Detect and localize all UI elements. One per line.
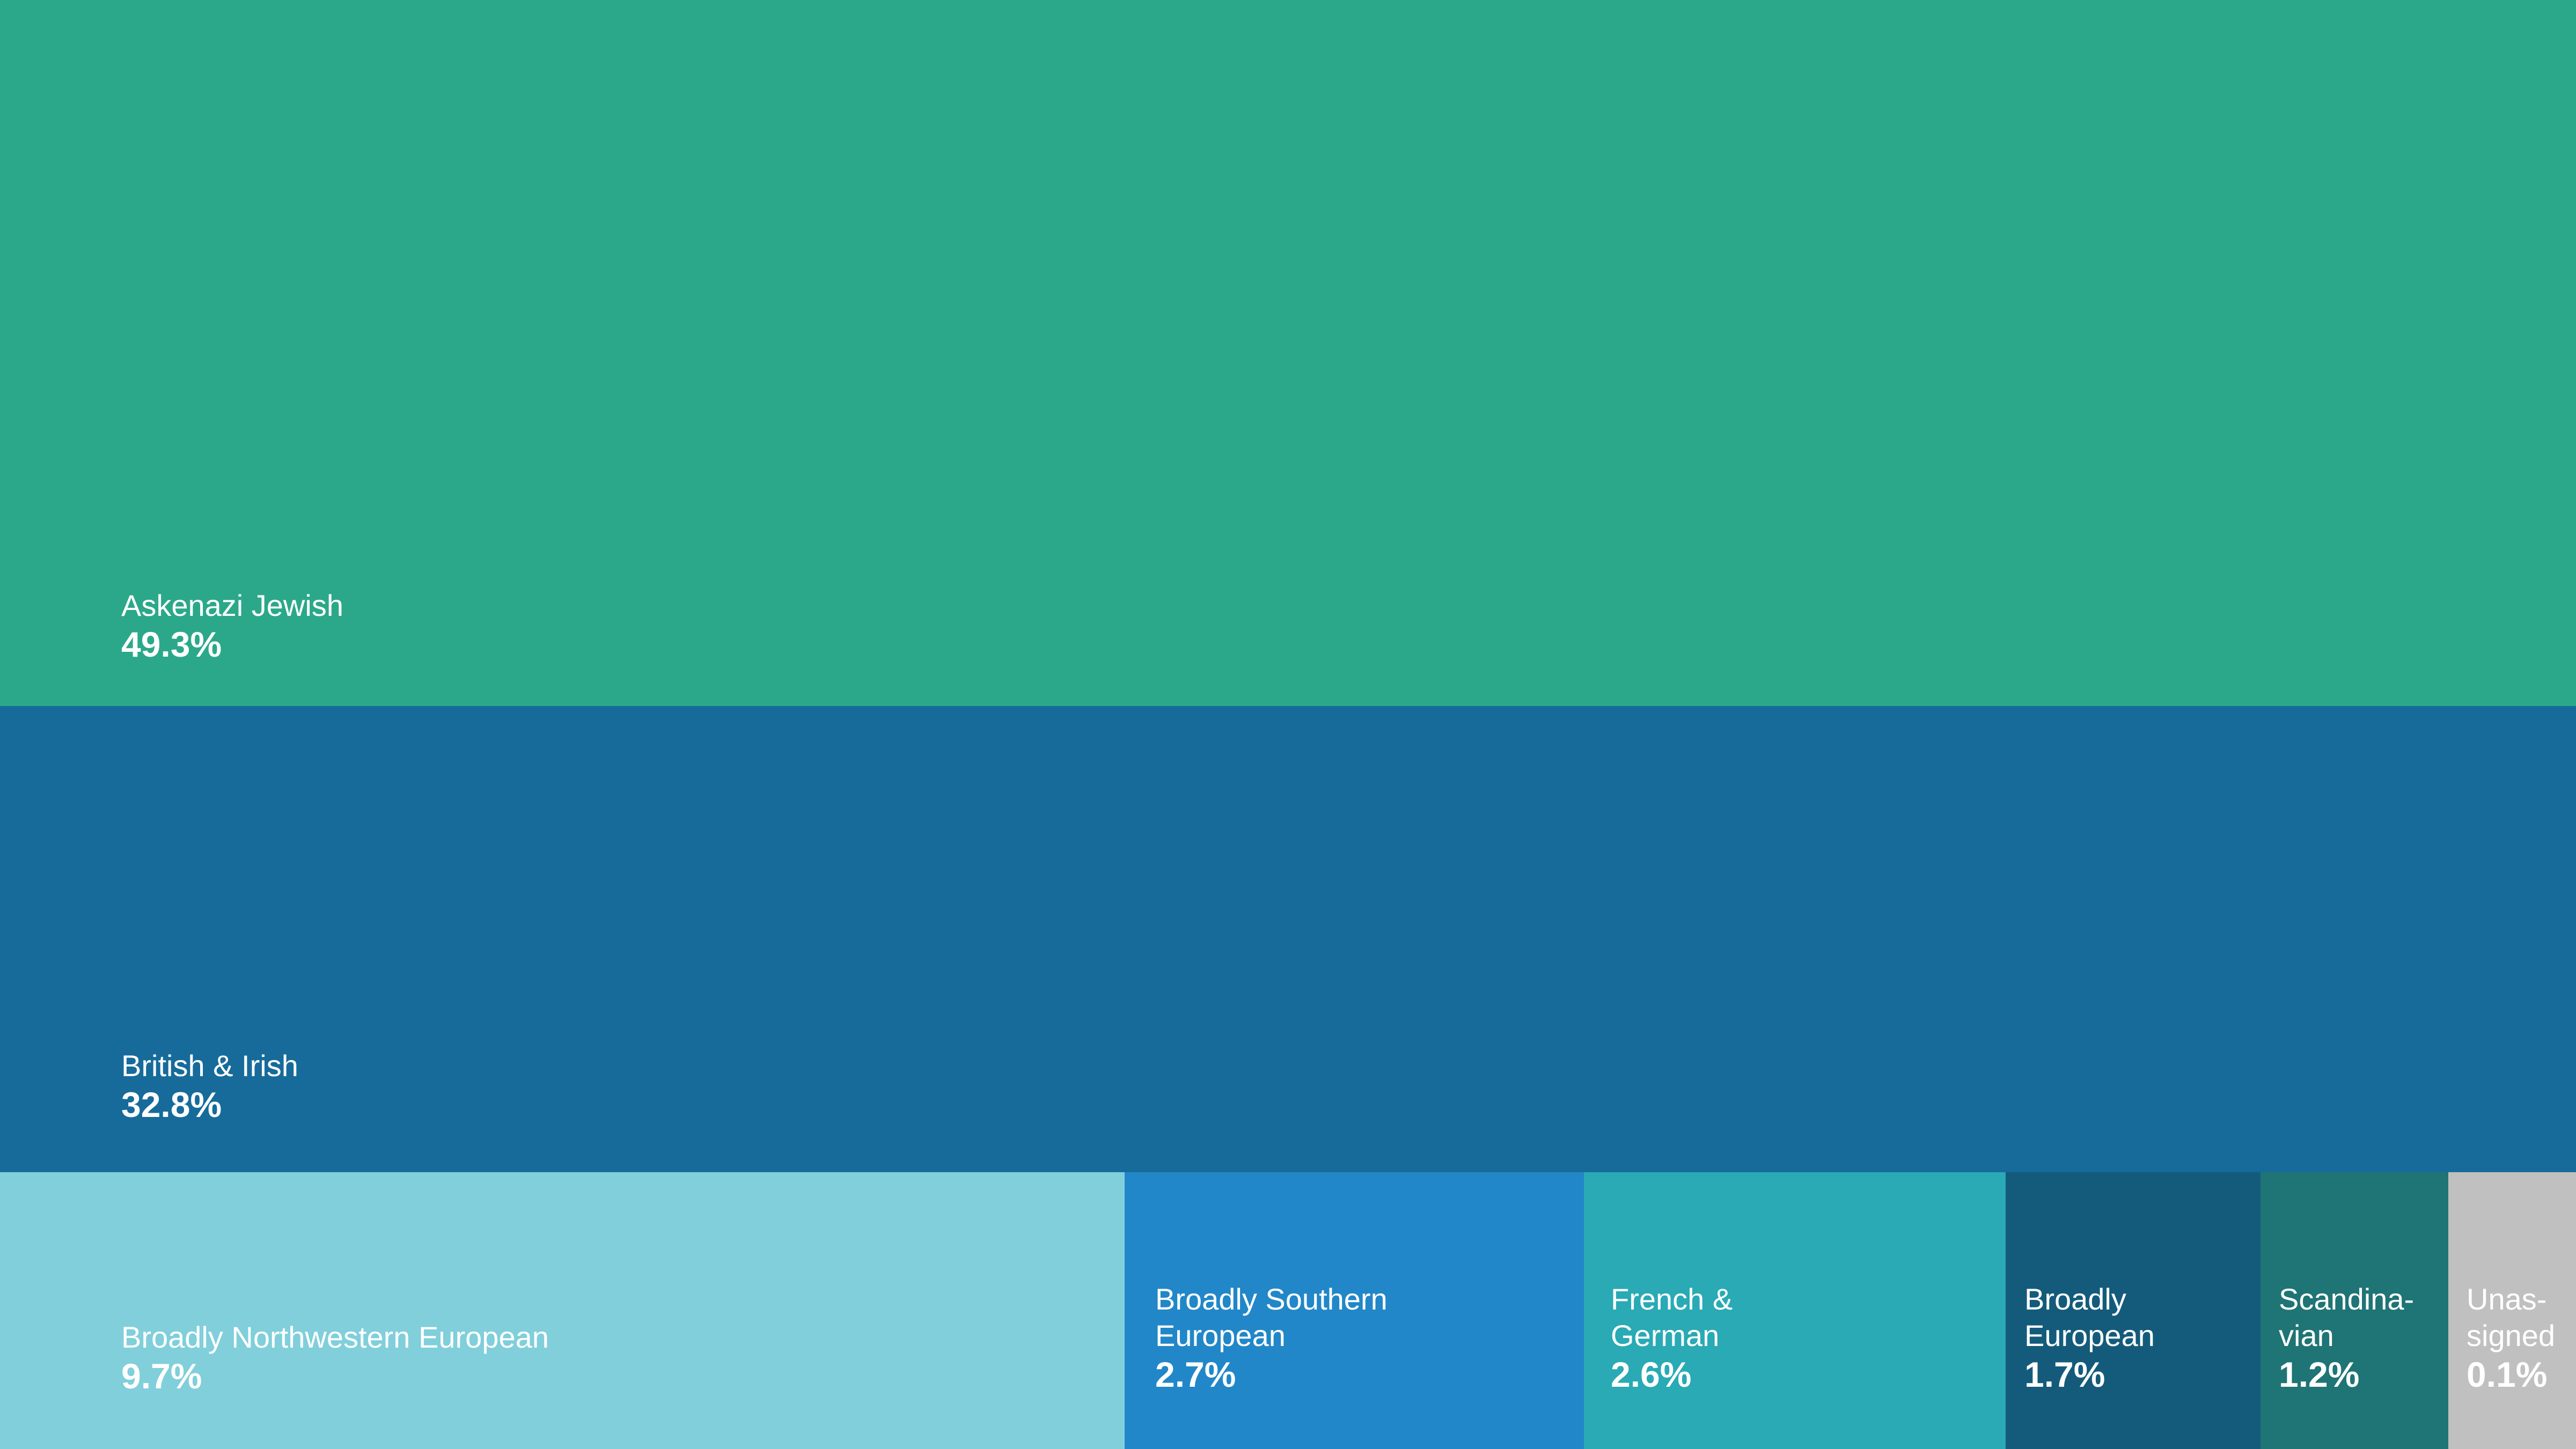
tile-value-label: 49.3% bbox=[121, 624, 222, 664]
treemap-tile: Unas- signed 0.1% bbox=[2448, 1172, 2576, 1449]
treemap-tile: Scandina- vian 1.2% bbox=[2261, 1172, 2448, 1449]
tile-category-label: British & Irish bbox=[121, 1049, 298, 1083]
tile-value-label: 0.1% bbox=[2467, 1355, 2548, 1394]
tile-category-label: Askenazi Jewish bbox=[121, 589, 343, 622]
tile-category-label: Broadly European bbox=[2024, 1282, 2155, 1352]
tile-label: Unas- signed 0.1% bbox=[2467, 1281, 2555, 1395]
tile-value-label: 9.7% bbox=[121, 1356, 202, 1396]
tile-category-label: Unas- signed bbox=[2467, 1282, 2556, 1352]
tile-label: Broadly European 1.7% bbox=[2024, 1281, 2155, 1395]
tile-label: Scandina- vian 1.2% bbox=[2279, 1281, 2414, 1395]
ancestry-treemap: Askenazi Jewish 49.3% British & Irish 32.8%… bbox=[0, 0, 2576, 1449]
tile-label: Askenazi Jewish 49.3% bbox=[121, 587, 343, 665]
tile-category-label: Scandina- vian bbox=[2279, 1282, 2414, 1352]
treemap-tile: Askenazi Jewish 49.3% bbox=[0, 0, 2576, 706]
treemap-tile: Broadly Northwestern European 9.7% bbox=[0, 1172, 1125, 1449]
tile-label: Broadly Southern European 2.7% bbox=[1155, 1281, 1388, 1395]
treemap-tile: British & Irish 32.8% bbox=[0, 706, 2576, 1172]
treemap-tile: Broadly European 1.7% bbox=[2006, 1172, 2261, 1449]
treemap-tile: Broadly Southern European 2.7% bbox=[1125, 1172, 1584, 1449]
tile-value-label: 1.2% bbox=[2279, 1355, 2360, 1394]
tile-category-label: Broadly Northwestern European bbox=[121, 1320, 549, 1354]
tile-value-label: 32.8% bbox=[121, 1085, 222, 1124]
tile-value-label: 1.7% bbox=[2024, 1355, 2105, 1394]
tile-label: Broadly Northwestern European 9.7% bbox=[121, 1319, 549, 1396]
tile-value-label: 2.7% bbox=[1155, 1355, 1236, 1394]
tile-label: British & Irish 32.8% bbox=[121, 1048, 298, 1125]
tile-label: French & German 2.6% bbox=[1611, 1281, 1733, 1395]
treemap-tile: French & German 2.6% bbox=[1584, 1172, 2006, 1449]
tile-category-label: French & German bbox=[1611, 1282, 1733, 1352]
tile-category-label: Broadly Southern European bbox=[1155, 1282, 1388, 1352]
tile-value-label: 2.6% bbox=[1611, 1355, 1692, 1394]
